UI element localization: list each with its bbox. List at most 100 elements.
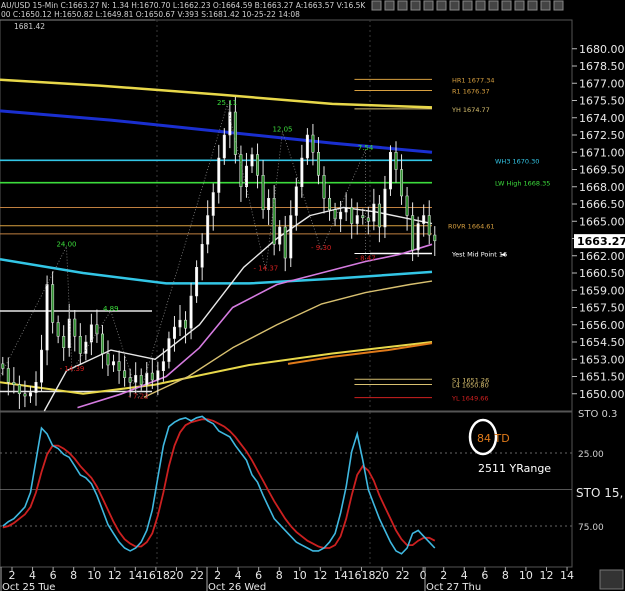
x-tick-label: 1618: [142, 569, 170, 582]
candle-body: [56, 322, 60, 337]
candle-body: [433, 234, 437, 242]
x-tick-label: 2: [440, 569, 447, 582]
candle-body: [51, 284, 55, 323]
level-label: LW High 1668.35: [495, 180, 550, 188]
candle-body: [117, 361, 121, 371]
candle-body: [206, 215, 210, 245]
chart-background: [0, 0, 625, 591]
toolbar[interactable]: [371, 0, 564, 11]
price-tick-label: 1671.00: [579, 146, 625, 159]
date-label: Oct 27 Thu: [426, 582, 481, 591]
x-tick-label: 8: [276, 569, 283, 582]
td-label: 84 TD: [477, 432, 510, 445]
candle-body: [184, 319, 188, 329]
stoch-tick-label: 25.00: [578, 450, 604, 460]
current-price-tag: 1663.27: [574, 234, 625, 249]
candle-body: [355, 215, 359, 224]
candle-body: [244, 165, 248, 188]
x-tick-label: 12: [539, 569, 553, 582]
toolbar-icon[interactable]: [436, 0, 447, 11]
swing-label: - 9.30: [311, 244, 331, 252]
toolbar-icon[interactable]: [475, 0, 486, 11]
price-tick-label: 1656.00: [579, 319, 625, 332]
x-tick-label: 12: [313, 569, 327, 582]
candle-body: [167, 338, 171, 362]
price-tick-label: 1659.00: [579, 284, 625, 297]
date-label: Oct 25 Tue: [2, 582, 55, 591]
candle-body: [300, 157, 304, 187]
toolbar-icon[interactable]: [514, 0, 525, 11]
price-tick-label: 1657.50: [579, 302, 625, 315]
candle-body: [294, 186, 298, 216]
candle-body: [1, 363, 5, 369]
x-tick-label: 10: [519, 569, 533, 582]
x-tick-label: 6: [481, 569, 488, 582]
x-tick-label: 10: [87, 569, 101, 582]
candle-body: [361, 215, 365, 219]
price-axis[interactable]: 1680.00 1678.50 1677.00 1675.50 1674.00 1672.…: [572, 43, 625, 401]
candle-body: [405, 195, 409, 216]
candle-body: [112, 361, 116, 366]
toolbar-icon[interactable]: [527, 0, 538, 11]
level-label: R1 1676.37: [452, 87, 490, 95]
toolbar-icon[interactable]: [397, 0, 408, 11]
swing-label: - 14.37: [253, 265, 278, 273]
top-left-price: 1681.42: [14, 22, 45, 31]
price-tick-label: 1678.50: [579, 60, 625, 73]
x-tick-label: 6: [50, 569, 57, 582]
swing-label: - 8.47: [355, 254, 375, 262]
toolbar-icon[interactable]: [423, 0, 434, 11]
swing-label: - 14.39: [60, 365, 85, 373]
toolbar-icon[interactable]: [462, 0, 473, 11]
candle-body: [34, 382, 38, 393]
price-tick-label: 1660.50: [579, 267, 625, 280]
x-tick-label: 4: [235, 569, 242, 582]
level-label: YL 1649.66: [451, 395, 489, 403]
candle-body: [233, 111, 237, 155]
price-tick-label: 1675.50: [579, 95, 625, 108]
candle-body: [40, 349, 44, 383]
candle-body: [344, 207, 348, 213]
scroll-box[interactable]: [599, 569, 624, 590]
candle-body: [372, 203, 376, 222]
x-tick-label: 12: [108, 569, 122, 582]
x-tick-label: 4: [29, 569, 36, 582]
stoch-top-label: STO 0.3: [578, 409, 617, 420]
x-tick-label: 10: [293, 569, 307, 582]
candle-body: [178, 319, 182, 328]
candle-body: [422, 215, 426, 224]
toolbar-icon[interactable]: [540, 0, 551, 11]
candle-body: [267, 198, 271, 210]
candle-body: [139, 375, 143, 385]
x-tick-label: 0: [420, 569, 427, 582]
candle-body: [383, 188, 387, 228]
candle-body: [195, 267, 199, 297]
toolbar-icon[interactable]: [488, 0, 499, 11]
swing-label: - 7.22: [128, 392, 148, 400]
level-label: HR1 1677.34: [452, 76, 495, 84]
candle-body: [400, 169, 404, 197]
swing-label: 7.54: [358, 144, 374, 152]
candle-body: [316, 152, 320, 176]
toolbar-icon[interactable]: [449, 0, 460, 11]
x-tick-label: 1618: [347, 569, 375, 582]
toolbar-icon[interactable]: [371, 0, 382, 11]
toolbar-icon[interactable]: [384, 0, 395, 11]
candle-body: [350, 207, 354, 224]
header-line-1: AU/USD 15-Min C:1663.27 N: 1.34 H:1670.7…: [1, 1, 366, 10]
candle-body: [23, 393, 27, 397]
candle-body: [339, 211, 343, 220]
price-tick-label: 1654.50: [579, 336, 625, 349]
toolbar-icon[interactable]: [553, 0, 564, 11]
candle-body: [394, 152, 398, 170]
price-tick-label: 1651.50: [579, 371, 625, 384]
x-tick-label: 22: [396, 569, 410, 582]
toolbar-icon[interactable]: [410, 0, 421, 11]
candle-body: [106, 353, 110, 366]
price-tick-label: 1650.00: [579, 388, 625, 401]
candle-body: [128, 377, 132, 383]
candle-body: [145, 372, 149, 385]
candle-body: [289, 215, 293, 259]
current-price-label: 1663.27: [577, 235, 625, 248]
toolbar-icon[interactable]: [501, 0, 512, 11]
